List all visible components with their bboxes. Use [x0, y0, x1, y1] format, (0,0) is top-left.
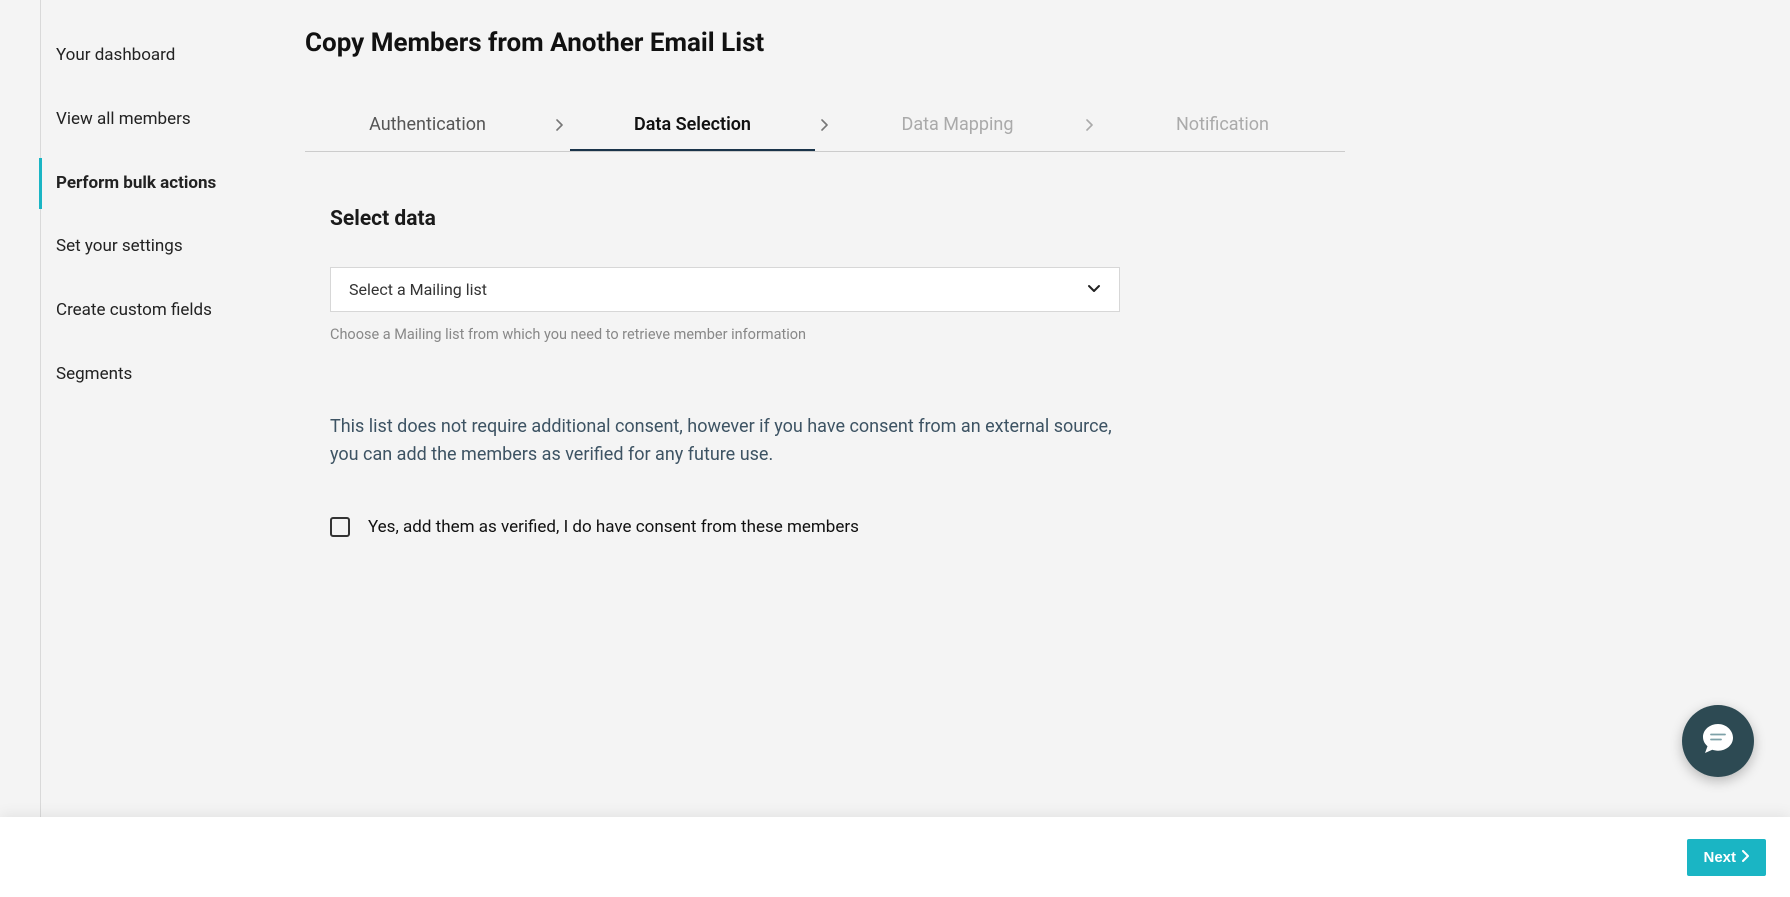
chat-icon — [1699, 720, 1737, 762]
stepper: Authentication Data Selection Data Mappi… — [305, 98, 1345, 152]
sidebar-item-settings[interactable]: Set your settings — [39, 221, 285, 273]
consent-checkbox-label: Yes, add them as verified, I do have con… — [368, 517, 859, 537]
main-content: Copy Members from Another Email List Aut… — [285, 0, 1385, 817]
chevron-right-icon — [1080, 98, 1100, 151]
chevron-down-icon — [1087, 280, 1101, 299]
section-title: Select data — [330, 207, 1345, 231]
mailing-list-select[interactable]: Select a Mailing list — [330, 267, 1120, 312]
sidebar-item-bulk-actions[interactable]: Perform bulk actions — [39, 158, 285, 210]
mailing-list-helper-text: Choose a Mailing list from which you nee… — [330, 326, 1120, 343]
sidebar-item-segments[interactable]: Segments — [39, 349, 285, 401]
sidebar-item-dashboard[interactable]: Your dashboard — [39, 30, 285, 82]
step-notification[interactable]: Notification — [1100, 98, 1345, 151]
step-data-mapping[interactable]: Data Mapping — [835, 98, 1080, 151]
sidebar: Your dashboard View all members Perform … — [40, 0, 285, 817]
page-title: Copy Members from Another Email List — [305, 28, 1345, 58]
next-button[interactable]: Next — [1687, 839, 1766, 876]
chevron-right-icon — [1742, 849, 1750, 866]
mailing-list-select-value: Select a Mailing list — [349, 280, 487, 299]
consent-checkbox[interactable] — [330, 517, 350, 537]
chat-button[interactable] — [1682, 705, 1754, 777]
consent-description: This list does not require additional co… — [330, 413, 1120, 469]
chevron-right-icon — [815, 98, 835, 151]
next-button-label: Next — [1703, 849, 1736, 866]
sidebar-item-view-members[interactable]: View all members — [39, 94, 285, 146]
chevron-right-icon — [550, 98, 570, 151]
sidebar-item-custom-fields[interactable]: Create custom fields — [39, 285, 285, 337]
footer-bar: Next — [0, 817, 1790, 897]
step-data-selection[interactable]: Data Selection — [570, 98, 815, 151]
step-authentication[interactable]: Authentication — [305, 98, 550, 151]
